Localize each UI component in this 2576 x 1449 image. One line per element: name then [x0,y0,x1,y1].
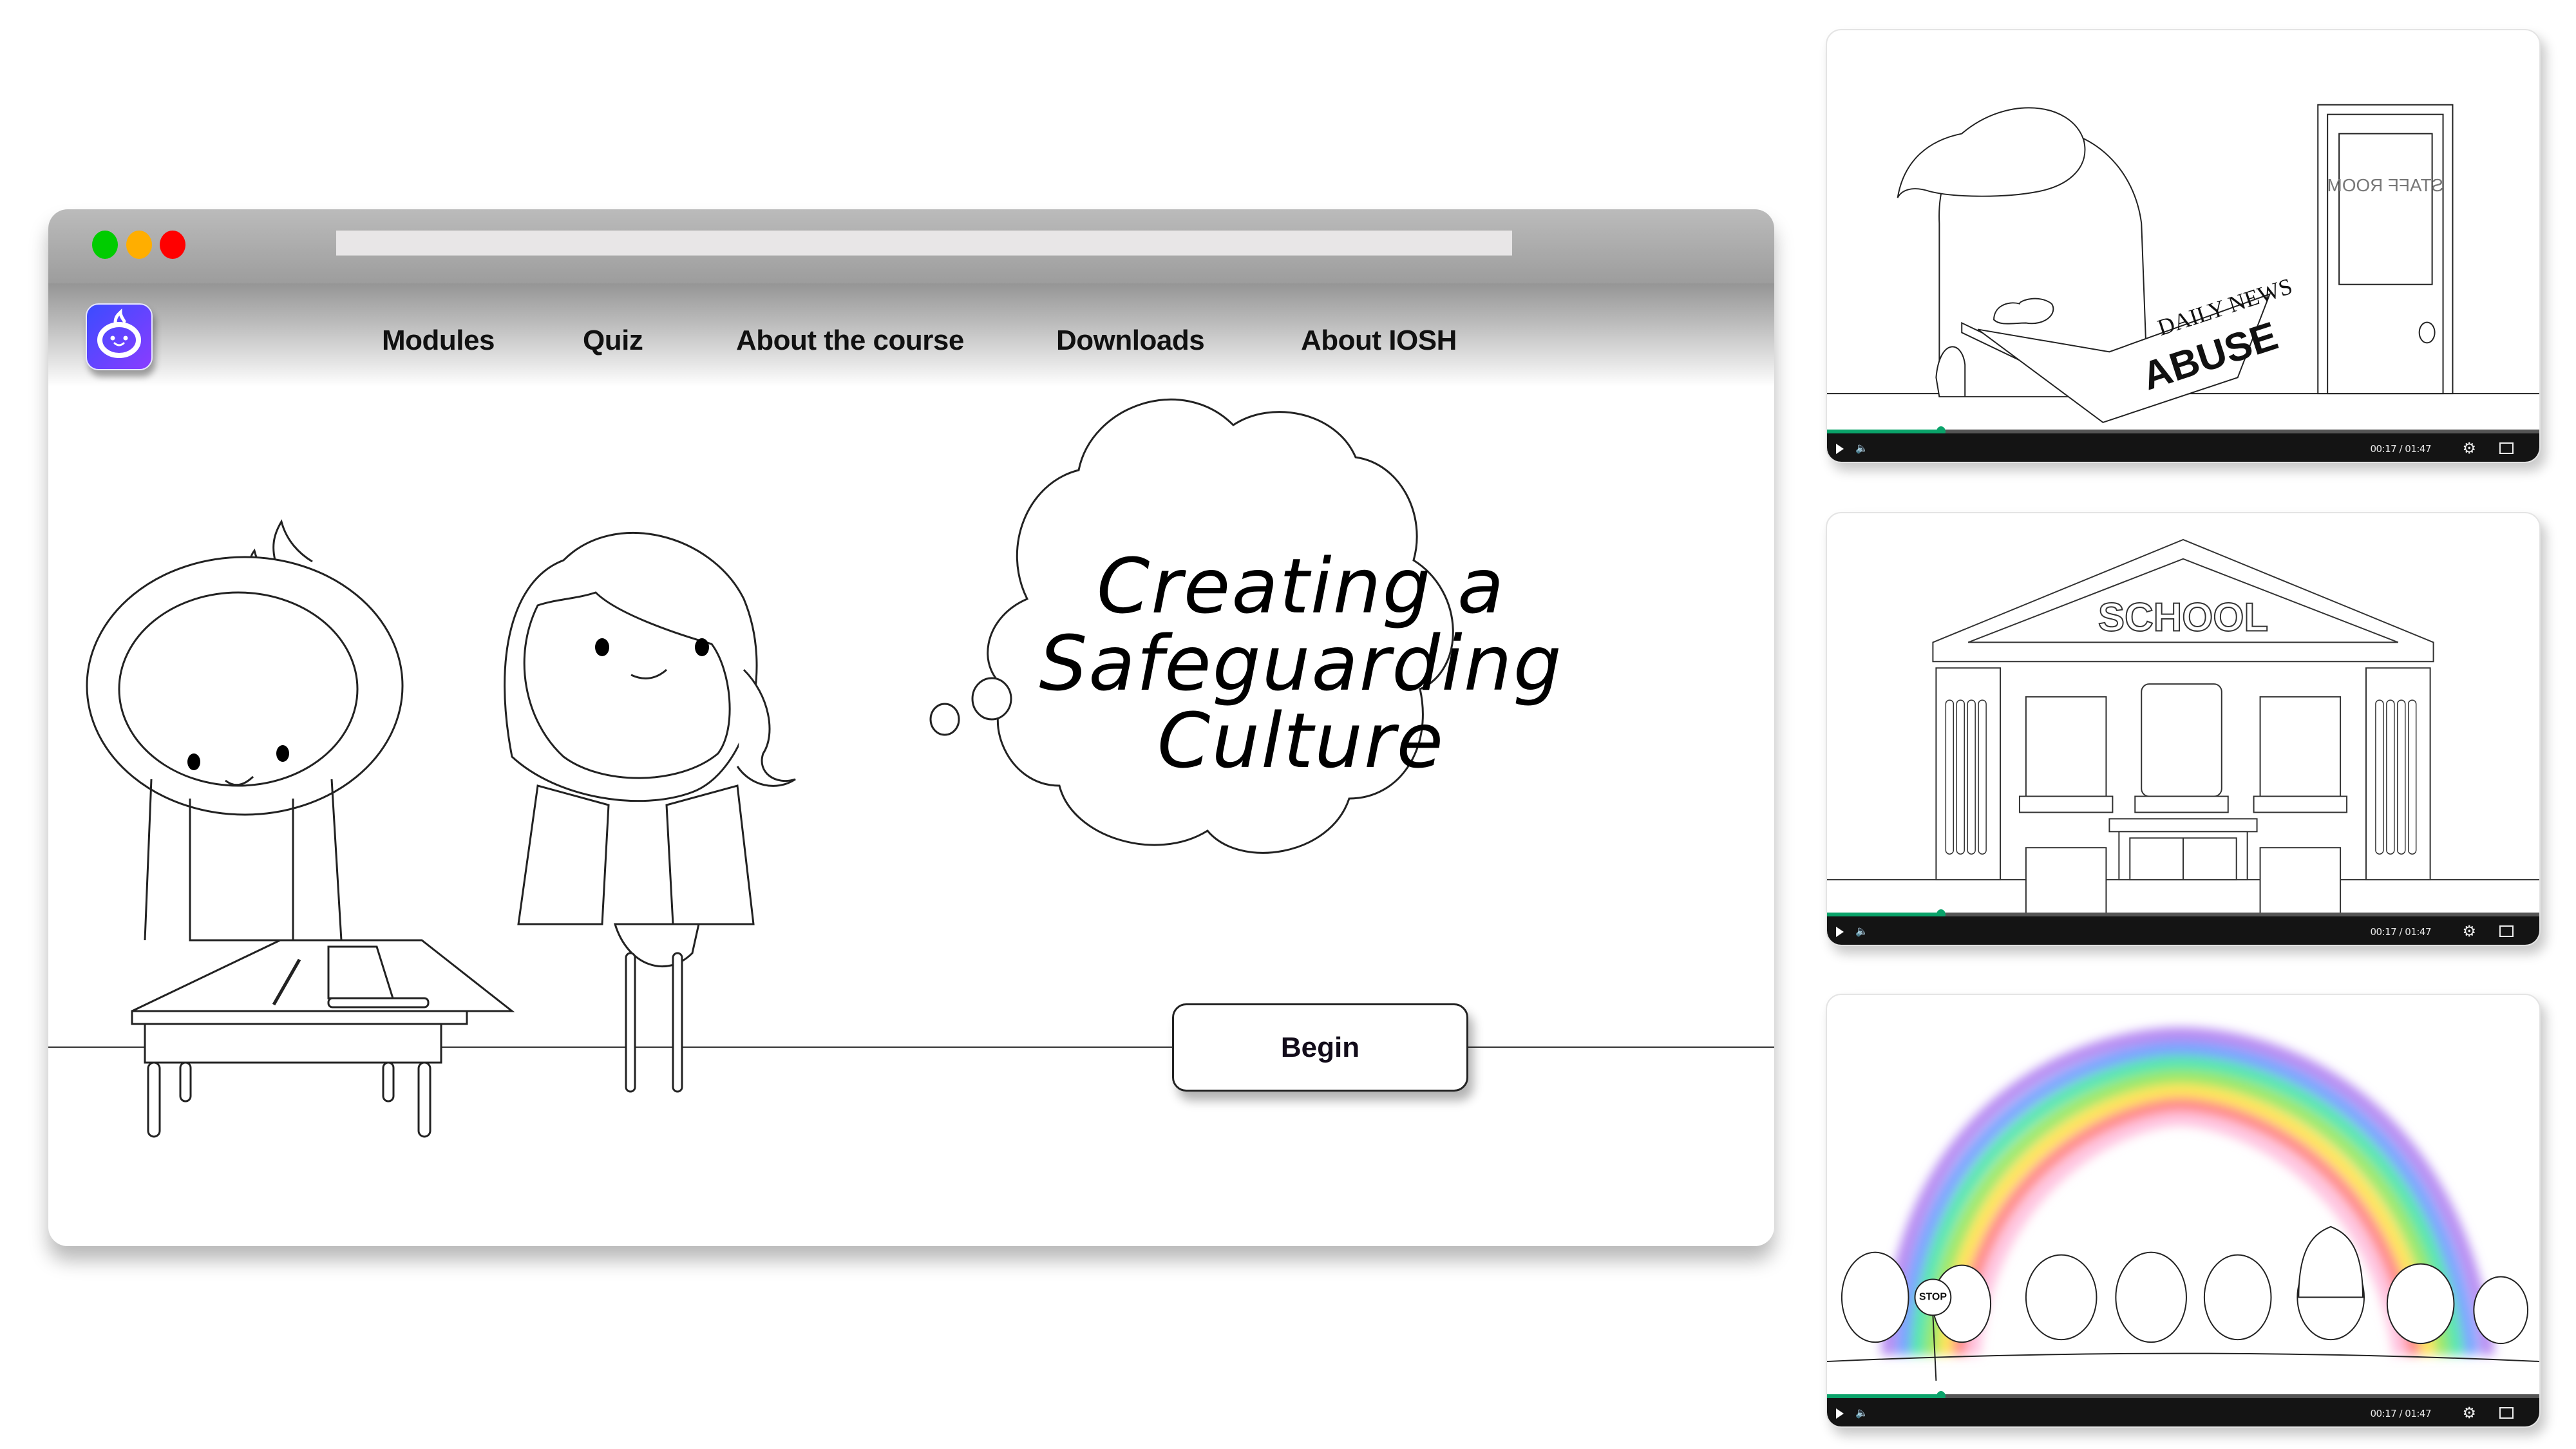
volume-icon[interactable]: 🔈 [1855,925,1868,938]
hero-stage: Creating a Safeguarding Culture Begin [48,386,1774,1246]
door-sign-text: STAFF ROOM [2327,175,2444,195]
video-player-rainbow[interactable]: STOP 🔈 00:17 / 01:47 ⚙ [1826,994,2541,1428]
school-sign: SCHOOL [2098,595,2268,639]
gear-icon[interactable]: ⚙ [2462,1404,2476,1423]
course-title-line-3: Culture [1157,696,1445,785]
student-character [86,519,404,942]
nav-about-the-course[interactable]: About the course [736,325,964,357]
video-time: 00:17 / 01:47 [2370,926,2431,938]
nav-modules[interactable]: Modules [382,325,495,357]
video-frame-school: SCHOOL [1827,538,2539,913]
video-player-newspaper[interactable]: STAFF ROOM DAILY NEWS ABUSE 🔈 00:17 / 01… [1826,29,2541,463]
video-time: 00:17 / 01:47 [2370,1408,2431,1419]
robot-face-icon [97,308,141,358]
volume-icon[interactable]: 🔈 [1855,442,1868,455]
fullscreen-icon[interactable] [2499,442,2514,454]
desk [131,939,515,1138]
nav-quiz[interactable]: Quiz [583,325,643,357]
video-controls: 🔈 00:17 / 01:47 ⚙ [1827,433,2539,462]
video-controls: 🔈 00:17 / 01:47 ⚙ [1827,916,2539,945]
browser-window: Modules Quiz About the course Downloads … [48,209,1774,1246]
site-logo[interactable] [86,303,153,370]
course-title: Creating a Safeguarding Culture [976,209,1626,779]
video-player-school[interactable]: SCHOOL 🔈 00:17 / 01:47 ⚙ [1826,512,2541,946]
course-title-line-1: Creating a [1096,542,1506,630]
play-icon[interactable] [1836,444,1844,454]
video-time: 00:17 / 01:47 [2370,443,2431,455]
teacher-character [504,532,796,1093]
fullscreen-icon[interactable] [2499,925,2514,937]
window-close-button[interactable] [160,231,185,259]
video-frame-rainbow: STOP [1827,1027,2539,1381]
play-icon[interactable] [1836,927,1844,937]
window-minimize-button[interactable] [126,231,152,259]
video-frame-newspaper: STAFF ROOM DAILY NEWS ABUSE [1827,104,2539,424]
volume-icon[interactable]: 🔈 [1855,1406,1868,1419]
play-icon[interactable] [1836,1408,1844,1419]
gear-icon[interactable]: ⚙ [2462,922,2476,941]
stop-sign-text: STOP [1919,1291,1947,1302]
fullscreen-icon[interactable] [2499,1407,2514,1419]
begin-button[interactable]: Begin [1172,1003,1468,1092]
window-maximize-button[interactable] [92,231,118,259]
gear-icon[interactable]: ⚙ [2462,439,2476,458]
staff-room-door [2317,104,2454,395]
course-title-line-2: Safeguarding [1039,619,1563,708]
video-controls: 🔈 00:17 / 01:47 ⚙ [1827,1398,2539,1426]
thought-bubble-small-2 [929,703,960,736]
